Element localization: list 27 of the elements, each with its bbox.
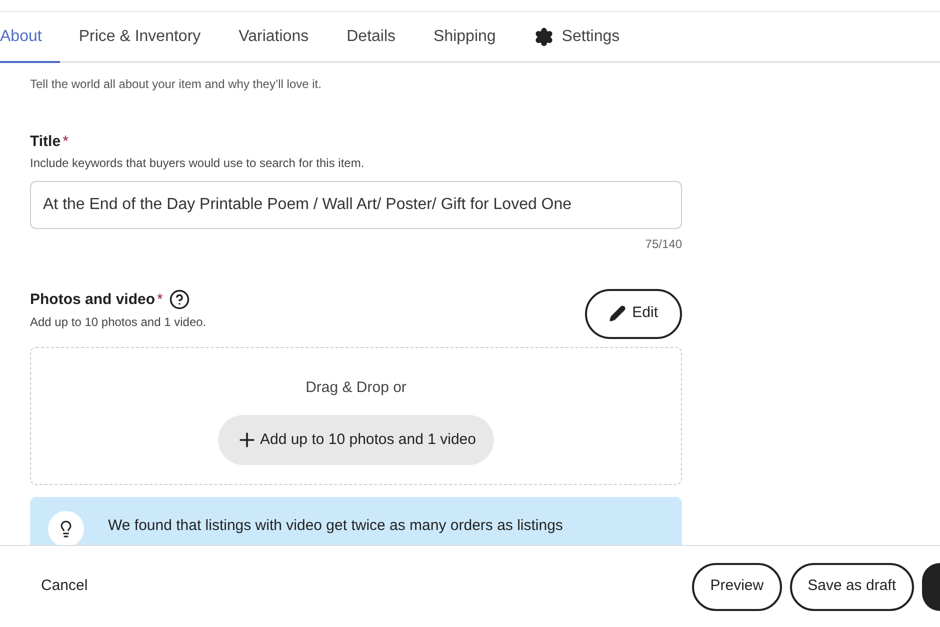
character-counter: 75/140 [645, 236, 682, 252]
section-description: Tell the world all about your item and why they’ll love it. [30, 76, 322, 93]
tab[interactable]: Settings [514, 12, 639, 61]
required-mark: * [62, 132, 68, 152]
add-photos-button[interactable]: Add up to 10 photos and 1 video [218, 415, 494, 465]
field-hint: Add up to 10 photos and 1 video. [30, 314, 206, 331]
field-label: Photos and video [30, 290, 156, 310]
pencil-icon [609, 305, 626, 322]
drop-text: Drag & Drop or [306, 378, 406, 398]
tab[interactable]: Price & Inventory [60, 12, 220, 61]
drop-zone[interactable]: Drag & Drop or Add up to 10 photos and 1 video [30, 346, 682, 484]
tab[interactable]: Details [328, 12, 415, 61]
tab[interactable]: Variations [220, 12, 328, 61]
edit-button[interactable]: Edit [585, 288, 682, 338]
required-mark: * [157, 290, 163, 310]
field-hint: Include keywords that buyers would use to search for this item. [30, 154, 366, 172]
tab[interactable]: About [0, 12, 60, 63]
tip-text: We found that listings with video get twice as many orders as listings [108, 516, 563, 536]
help-icon[interactable] [168, 289, 190, 310]
footer-button[interactable]: Save as draft [790, 562, 914, 610]
tab[interactable]: Shipping [414, 12, 515, 61]
footer-button[interactable]: Preview [692, 562, 782, 610]
settings-icon [534, 26, 554, 46]
field-label: Title [30, 132, 61, 152]
title-input-field[interactable]: At the End of the Day Printable Poem / Wall Art/ Poster/ Gift for Loved One [30, 180, 682, 228]
publish-button[interactable] [922, 562, 940, 610]
cancel-button[interactable]: Cancel [41, 575, 88, 598]
